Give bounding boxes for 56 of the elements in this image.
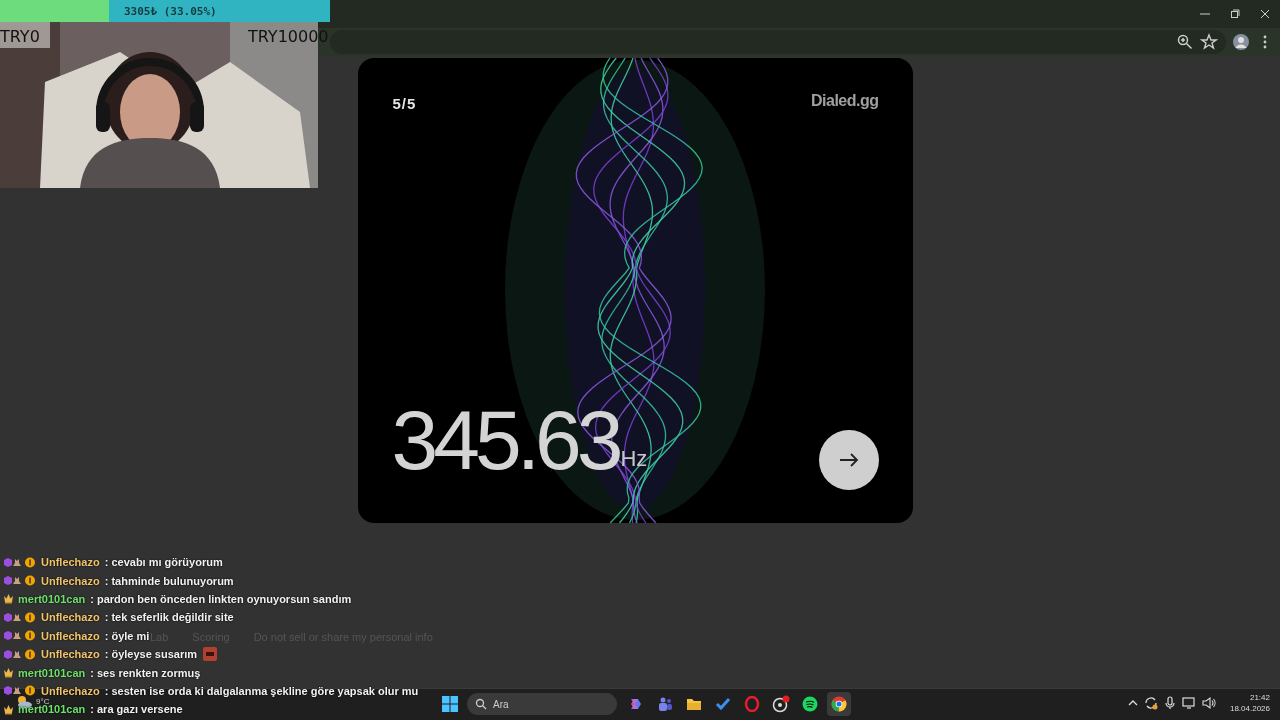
chat-username: Unflechazo bbox=[41, 556, 100, 569]
chat-username: mert0101can bbox=[18, 703, 86, 716]
chat-message: : cevabı mı görüyorum bbox=[104, 556, 223, 569]
badge-icons bbox=[3, 611, 37, 623]
search-field[interactable]: Ara bbox=[467, 693, 617, 715]
chat-message: : tek seferlik değildir site bbox=[104, 611, 234, 624]
restore-icon bbox=[1230, 9, 1240, 19]
chat-username: Unflechazo bbox=[41, 629, 100, 642]
speaker-icon[interactable] bbox=[1201, 696, 1216, 710]
temperature-text: 9°C bbox=[36, 696, 50, 706]
copilot-icon bbox=[628, 696, 644, 712]
close-icon bbox=[1260, 9, 1270, 19]
crown-icon bbox=[3, 667, 14, 679]
people-icon bbox=[657, 696, 673, 712]
chat-message: : ses renkten zormuş bbox=[90, 666, 201, 679]
spotify-icon bbox=[802, 696, 818, 712]
round-counter: 5/5 bbox=[392, 95, 417, 112]
ring-icon bbox=[744, 696, 760, 712]
clock-time: 21:42 bbox=[1249, 692, 1270, 703]
network-icon[interactable] bbox=[1181, 696, 1196, 710]
microphone-icon[interactable] bbox=[1163, 696, 1176, 710]
chat-message: : ara gazı versene bbox=[90, 703, 183, 716]
brand-name: Dialed.gg bbox=[811, 92, 879, 110]
chat-message: : tahminde bulunuyorum bbox=[104, 574, 234, 587]
chat-message: : pardon ben önceden linkten oynuyorsun sandım bbox=[90, 592, 352, 605]
badge-icons bbox=[3, 648, 37, 660]
chat-username: Unflechazo bbox=[41, 574, 100, 587]
chat-username: mert0101can bbox=[18, 592, 86, 605]
goal-min-label: TRY0 bbox=[0, 27, 40, 46]
chevron-up-icon[interactable] bbox=[1127, 698, 1138, 708]
chat-message: : öyle mi bbox=[104, 629, 150, 642]
avatar-icon[interactable] bbox=[1232, 33, 1250, 51]
chat-username: Unflechazo bbox=[41, 611, 100, 624]
star-icon[interactable] bbox=[1200, 33, 1218, 51]
badge-icons bbox=[3, 630, 37, 642]
search-input[interactable]: Ara bbox=[493, 698, 601, 710]
chat-username: Unflechazo bbox=[41, 648, 100, 661]
zoom-icon[interactable] bbox=[1176, 33, 1194, 51]
sync-icon[interactable] bbox=[1143, 696, 1158, 710]
clock-date: 18.04.2026 bbox=[1229, 703, 1270, 714]
badge-icons bbox=[3, 556, 37, 568]
record-icon bbox=[772, 695, 790, 713]
chat-username: mert0101can bbox=[18, 666, 86, 679]
chrome-icon bbox=[831, 696, 847, 712]
checkmark-icon bbox=[715, 696, 731, 712]
crown-icon bbox=[3, 703, 14, 715]
search-icon bbox=[475, 698, 487, 710]
chat-message: : sesten ise orda ki dalgalanma şekline göre yapsak olur mu bbox=[104, 684, 419, 697]
badge-icons bbox=[3, 575, 37, 587]
goal-text: 3305₺ (33.05%) bbox=[124, 4, 217, 18]
badge-icons bbox=[3, 685, 37, 697]
crown-icon bbox=[3, 593, 14, 605]
chat-username: Unflechazo bbox=[41, 684, 100, 697]
folder-icon bbox=[686, 696, 702, 712]
chat-message: : öyleyse susarım bbox=[104, 648, 198, 661]
taskbar-app[interactable] bbox=[827, 692, 851, 716]
